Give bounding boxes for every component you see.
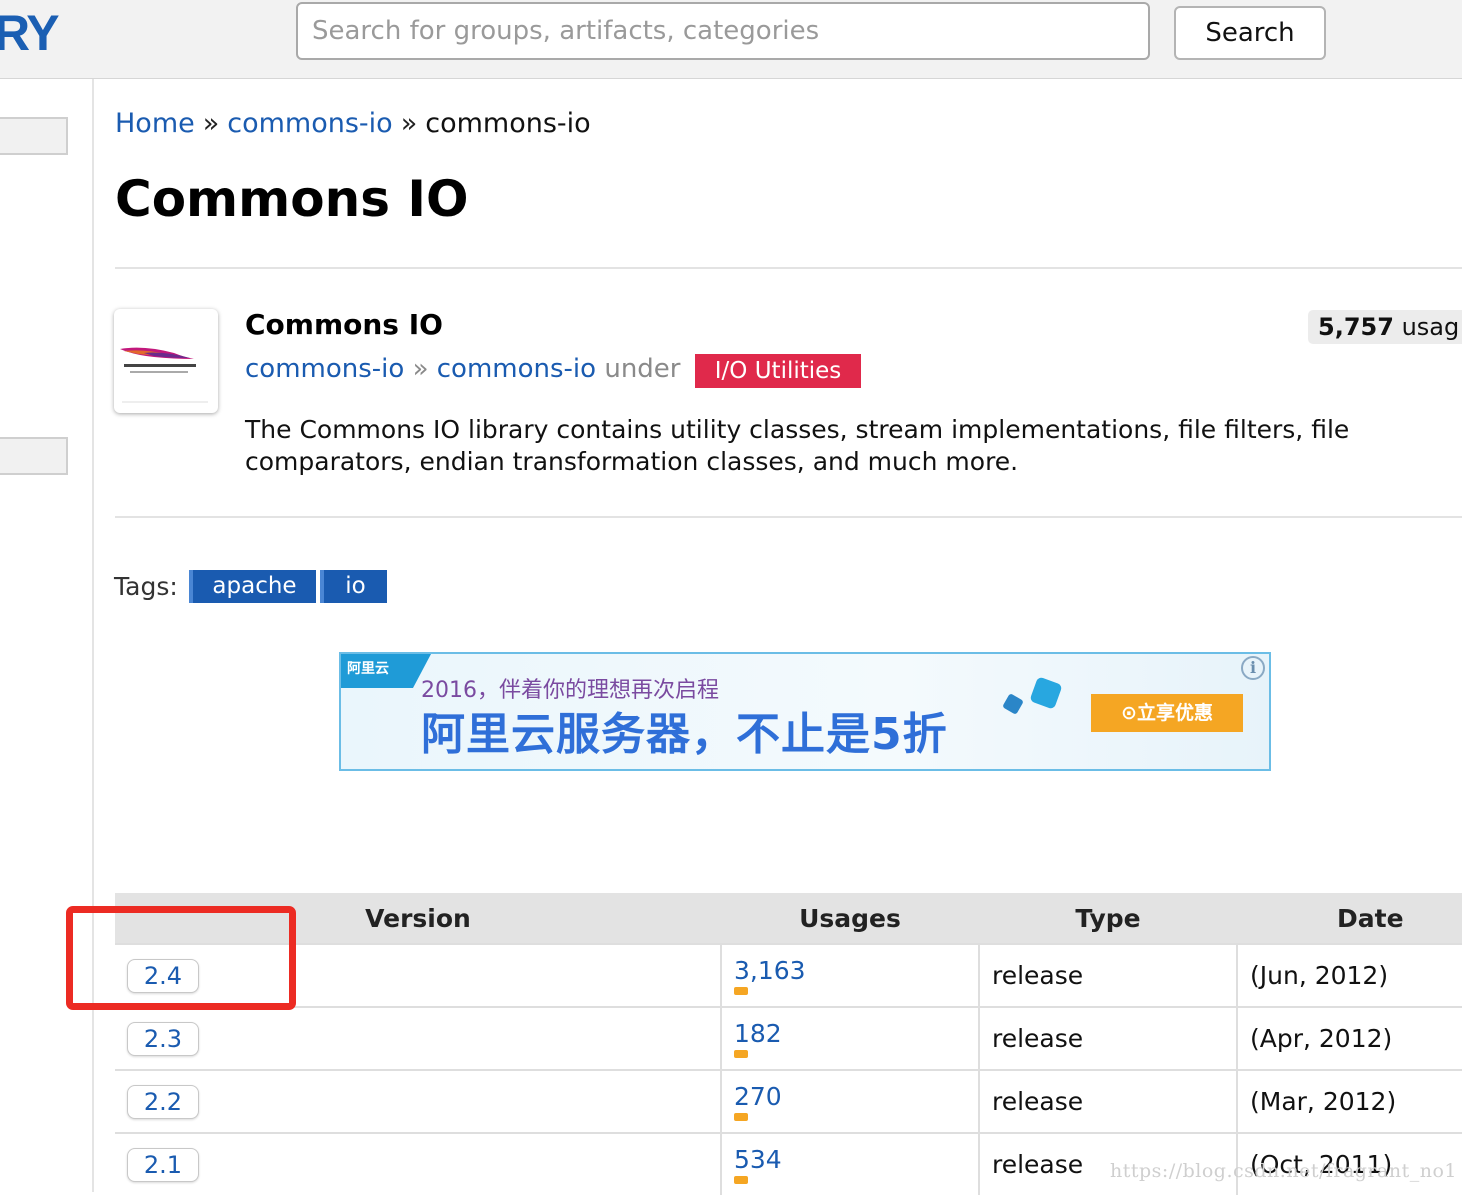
under-label: under xyxy=(604,354,681,384)
version-cell: 2.2 xyxy=(115,1069,722,1133)
usages-count: 5,757 xyxy=(1318,313,1394,341)
usages-link[interactable]: 534 xyxy=(734,1145,978,1174)
left-sidebar xyxy=(0,79,94,1192)
watermark: https://blog.csdn.net/fragrant_no1 xyxy=(1110,1160,1458,1182)
tags-label: Tags: xyxy=(114,572,178,601)
artifact-description: The Commons IO library contains utility … xyxy=(245,415,1350,476)
usages-cell: 534 xyxy=(721,1132,980,1195)
type-cell: release xyxy=(979,1006,1238,1070)
search-button[interactable]: Search xyxy=(1174,6,1326,60)
type-cell: release xyxy=(979,1069,1238,1133)
apache-feather-icon xyxy=(120,347,208,403)
date-cell: (Apr, 2012) xyxy=(1237,1006,1462,1070)
usage-bar xyxy=(734,986,748,995)
usage-bar xyxy=(734,1175,748,1184)
page-title: Commons IO xyxy=(115,170,469,228)
usages-badge: 5,757 usag xyxy=(1308,310,1462,344)
ad-cta-button[interactable]: ⊙立享优惠 xyxy=(1091,694,1243,732)
version-cell: 2.1 xyxy=(115,1132,722,1195)
breadcrumb-group-link[interactable]: commons-io xyxy=(227,108,392,139)
breadcrumb-separator: » xyxy=(400,108,418,139)
site-logo[interactable]: RY xyxy=(0,4,60,62)
date-cell: (Mar, 2012) xyxy=(1237,1069,1462,1133)
apache-commons-logo xyxy=(114,309,218,413)
category-tag[interactable]: I/O Utilities xyxy=(694,354,862,388)
red-highlight-box xyxy=(66,906,296,1010)
artifact-link[interactable]: commons-io xyxy=(437,354,596,384)
sidebar-box[interactable] xyxy=(0,437,68,475)
table-row: 2.3 182 release (Apr, 2012) xyxy=(115,1006,1462,1070)
version-button[interactable]: 2.2 xyxy=(127,1084,199,1119)
table-header-row: Version Usages Type Date xyxy=(115,893,1462,944)
group-link[interactable]: commons-io xyxy=(245,354,404,384)
ad-headline: 阿里云服务器，不止是5折 xyxy=(421,709,948,760)
table-row: 2.4 3,163 release (Jun, 2012) xyxy=(115,943,1462,1007)
breadcrumb-current: commons-io xyxy=(425,108,591,139)
usages-cell: 182 xyxy=(721,1006,980,1070)
ad-cube-decoration xyxy=(1002,693,1024,715)
ad-cube-decoration xyxy=(1029,676,1063,710)
divider xyxy=(115,267,1462,269)
versions-table: Version Usages Type Date 2.4 3,163 relea… xyxy=(115,893,1462,1195)
column-header-usages: Usages xyxy=(721,893,979,944)
tag-apache[interactable]: apache xyxy=(189,570,316,603)
usages-link[interactable]: 182 xyxy=(734,1019,978,1048)
breadcrumb-home-link[interactable]: Home xyxy=(115,108,195,139)
usages-link[interactable]: 3,163 xyxy=(734,956,978,985)
ad-brand: 阿里云 xyxy=(347,661,389,677)
artifact-coordinates: commons-io » commons-io under I/O Utilit… xyxy=(245,354,862,388)
usages-link[interactable]: 270 xyxy=(734,1082,978,1111)
usage-bar xyxy=(734,1049,748,1058)
divider xyxy=(115,516,1462,518)
top-header-bar: RY Search xyxy=(0,0,1462,79)
table-row: 2.2 270 release (Mar, 2012) xyxy=(115,1069,1462,1133)
usage-bar xyxy=(734,1112,748,1121)
date-cell: (Jun, 2012) xyxy=(1237,943,1462,1007)
breadcrumb: Home» commons-io» commons-io xyxy=(115,108,591,139)
ad-banner[interactable]: 阿里云 2016，伴着你的理想再次启程 阿里云服务器，不止是5折 ⊙立享优惠 i xyxy=(339,652,1271,771)
search-input[interactable] xyxy=(296,2,1150,60)
column-header-date: Date xyxy=(1237,893,1462,944)
sidebar-box[interactable] xyxy=(0,117,68,155)
version-button[interactable]: 2.1 xyxy=(127,1147,199,1182)
tag-io[interactable]: io xyxy=(320,570,387,603)
column-header-type: Type xyxy=(979,893,1237,944)
usages-cell: 3,163 xyxy=(721,943,980,1007)
usages-cell: 270 xyxy=(721,1069,980,1133)
version-button[interactable]: 2.3 xyxy=(127,1021,199,1056)
version-cell: 2.3 xyxy=(115,1006,722,1070)
artifact-name: Commons IO xyxy=(245,308,443,341)
coordinate-separator: » xyxy=(412,354,429,384)
type-cell: release xyxy=(979,943,1238,1007)
usages-label: usag xyxy=(1401,313,1460,341)
breadcrumb-separator: » xyxy=(202,108,220,139)
ad-info-icon[interactable]: i xyxy=(1241,656,1265,680)
